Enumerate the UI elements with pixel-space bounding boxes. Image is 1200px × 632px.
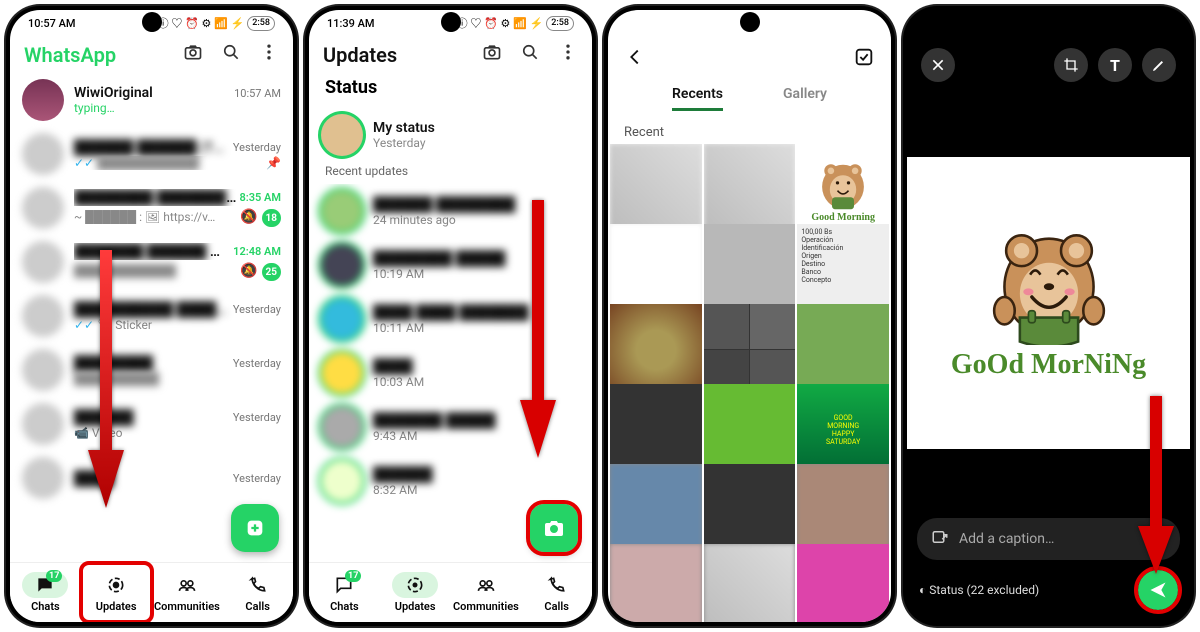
grid-item[interactable] bbox=[704, 224, 796, 316]
recipient-chip[interactable]: ◐ Status (22 excluded) bbox=[919, 583, 1039, 597]
editor-canvas[interactable]: GoOd MorNiNg bbox=[907, 94, 1190, 512]
grid-item[interactable]: GOODMORNINGHAPPYSATURDAY bbox=[797, 384, 889, 476]
send-button[interactable] bbox=[1138, 570, 1178, 610]
grid-item[interactable] bbox=[704, 304, 796, 396]
recipient-row: ◐ Status (22 excluded) bbox=[907, 566, 1190, 622]
grid-item[interactable] bbox=[797, 304, 889, 396]
grid-item[interactable] bbox=[797, 464, 889, 556]
status-heading: Status bbox=[309, 73, 592, 108]
battery-pill: 2:58 bbox=[247, 16, 275, 31]
read-receipt-icon: ✓✓ bbox=[74, 318, 94, 332]
read-receipt-icon: ✓✓ bbox=[74, 156, 94, 170]
recent-label: Recent bbox=[608, 121, 891, 144]
status-row[interactable]: ██████8:32 AM bbox=[309, 454, 592, 508]
sticker-text: GoOd MorNiNg bbox=[951, 349, 1146, 381]
phone-3-gallery: Recents Gallery Recent Good Morning 100,… bbox=[604, 6, 895, 626]
chat-list: WiwiOriginal10:57 AM typing… ██████ ████… bbox=[10, 73, 293, 562]
grid-item[interactable] bbox=[610, 384, 702, 476]
grid-item[interactable] bbox=[610, 464, 702, 556]
unread-badge: 25 bbox=[262, 263, 281, 281]
status-bar: 11:39 AM ⓘ ♡ ⏰ ⚙ 📶 ⚡ 2:58 bbox=[309, 10, 592, 36]
pin-icon: 📌 bbox=[266, 156, 281, 170]
tab-gallery[interactable]: Gallery bbox=[783, 86, 827, 111]
more-icon[interactable] bbox=[259, 42, 279, 67]
nav-updates[interactable]: Updates bbox=[380, 563, 451, 622]
grid-item[interactable] bbox=[797, 544, 889, 622]
chat-row[interactable]: ██████████ ██████Yesterday ✓✓ 🏷 Sticker bbox=[10, 289, 293, 343]
nav-calls[interactable]: Calls bbox=[521, 563, 592, 622]
camera-icon[interactable] bbox=[183, 42, 203, 67]
grid-item-sticker[interactable]: Good Morning bbox=[797, 144, 889, 236]
phone-4-editor: T bbox=[903, 6, 1194, 626]
page-title: Updates bbox=[323, 43, 397, 67]
updates-header: Updates bbox=[309, 36, 592, 73]
grid-item[interactable] bbox=[610, 144, 702, 236]
grid-item[interactable] bbox=[610, 544, 702, 622]
mute-icon: 🔕 bbox=[240, 263, 257, 279]
status-row[interactable]: ████10:03 AM bbox=[309, 346, 592, 400]
nav-chats[interactable]: 17Chats bbox=[309, 563, 380, 622]
chat-row[interactable]: ████████ ███████ ❤️💕8:35 AM ~ ██████ : 🖼… bbox=[10, 181, 293, 235]
my-status-row[interactable]: My status Yesterday bbox=[309, 108, 592, 162]
caption-input[interactable]: Add a caption… bbox=[917, 518, 1180, 560]
status-row[interactable]: ████ ████ ███████10:11 AM bbox=[309, 292, 592, 346]
phone-2-updates: 11:39 AM ⓘ ♡ ⏰ ⚙ 📶 ⚡ 2:58 Updates Status… bbox=[305, 6, 596, 626]
close-icon[interactable] bbox=[921, 48, 955, 82]
nav-communities[interactable]: Communities bbox=[451, 563, 522, 622]
chat-name: WiwiOriginal bbox=[74, 85, 153, 101]
chat-row[interactable]: ███████ ██████ ⚡🖊12:48 AM ████████████🔕 … bbox=[10, 235, 293, 289]
grid-item[interactable] bbox=[704, 464, 796, 556]
sticker-image bbox=[979, 225, 1119, 345]
recent-updates-label: Recent updates bbox=[309, 162, 592, 184]
bottom-nav: 17 Chats Updates Communities Calls bbox=[10, 562, 293, 622]
nav-calls[interactable]: Calls bbox=[222, 563, 293, 622]
caption-placeholder: Add a caption… bbox=[959, 531, 1054, 547]
camera-fab[interactable] bbox=[530, 504, 578, 552]
chat-row[interactable]: ██████Yesterday 📹 Video bbox=[10, 397, 293, 451]
text-icon[interactable]: T bbox=[1098, 48, 1132, 82]
clock: 10:57 AM bbox=[28, 17, 76, 30]
nav-chats[interactable]: 17 Chats bbox=[10, 563, 81, 622]
grid-item[interactable] bbox=[704, 144, 796, 236]
chat-row[interactable]: ██████ ██████ (T██)Yesterday ✓✓ ████████… bbox=[10, 127, 293, 181]
app-header: WhatsApp bbox=[10, 36, 293, 73]
bottom-nav: 17Chats Updates Communities Calls bbox=[309, 562, 592, 622]
status-icons: ⓘ ♡ ⏰ ⚙ 📶 ⚡ bbox=[158, 15, 245, 31]
grid-item[interactable] bbox=[704, 384, 796, 476]
grid-item[interactable] bbox=[610, 224, 702, 316]
status-bar: 10:57 AM ⓘ ♡ ⏰ ⚙ 📶 ⚡ 2:58 bbox=[10, 10, 293, 36]
crop-icon[interactable] bbox=[1054, 48, 1088, 82]
search-icon[interactable] bbox=[221, 42, 241, 67]
grid-item[interactable]: 100,00 BsOperaciónIdentificaciónOrigenDe… bbox=[797, 224, 889, 316]
status-row[interactable]: ███████ █████9:43 AM bbox=[309, 400, 592, 454]
photo-grid: Good Morning 100,00 BsOperaciónIdentific… bbox=[608, 144, 891, 622]
grid-item[interactable] bbox=[610, 304, 702, 396]
phone-1-chats: 10:57 AM ⓘ ♡ ⏰ ⚙ 📶 ⚡ 2:58 WhatsApp WiwiO… bbox=[6, 6, 297, 626]
editor-toolbar: T bbox=[907, 36, 1190, 94]
select-icon[interactable] bbox=[853, 46, 875, 72]
grid-item[interactable] bbox=[704, 544, 796, 622]
status-row[interactable]: ████████ █████10:19 AM bbox=[309, 238, 592, 292]
app-title: WhatsApp bbox=[24, 43, 116, 67]
gallery-header bbox=[608, 36, 891, 82]
add-media-icon[interactable] bbox=[931, 528, 949, 550]
clock: 11:39 AM bbox=[327, 17, 375, 30]
gallery-tabs: Recents Gallery bbox=[608, 82, 891, 121]
camera-icon[interactable] bbox=[482, 42, 502, 67]
more-icon[interactable] bbox=[558, 42, 578, 67]
unread-badge: 18 bbox=[262, 209, 281, 227]
nav-updates[interactable]: Updates bbox=[81, 563, 152, 622]
new-chat-fab[interactable] bbox=[231, 504, 279, 552]
chat-row[interactable]: ████Yesterday bbox=[10, 451, 293, 505]
tab-recents[interactable]: Recents bbox=[672, 86, 723, 111]
draw-icon[interactable] bbox=[1142, 48, 1176, 82]
status-row[interactable]: ██████ ████████24 minutes ago bbox=[309, 184, 592, 238]
mute-icon: 🔕 bbox=[240, 209, 257, 225]
nav-communities[interactable]: Communities bbox=[152, 563, 223, 622]
chat-row[interactable]: ████████Yesterday ██████████ bbox=[10, 343, 293, 397]
back-icon[interactable] bbox=[624, 46, 646, 72]
search-icon[interactable] bbox=[520, 42, 540, 67]
chat-row[interactable]: WiwiOriginal10:57 AM typing… bbox=[10, 73, 293, 127]
